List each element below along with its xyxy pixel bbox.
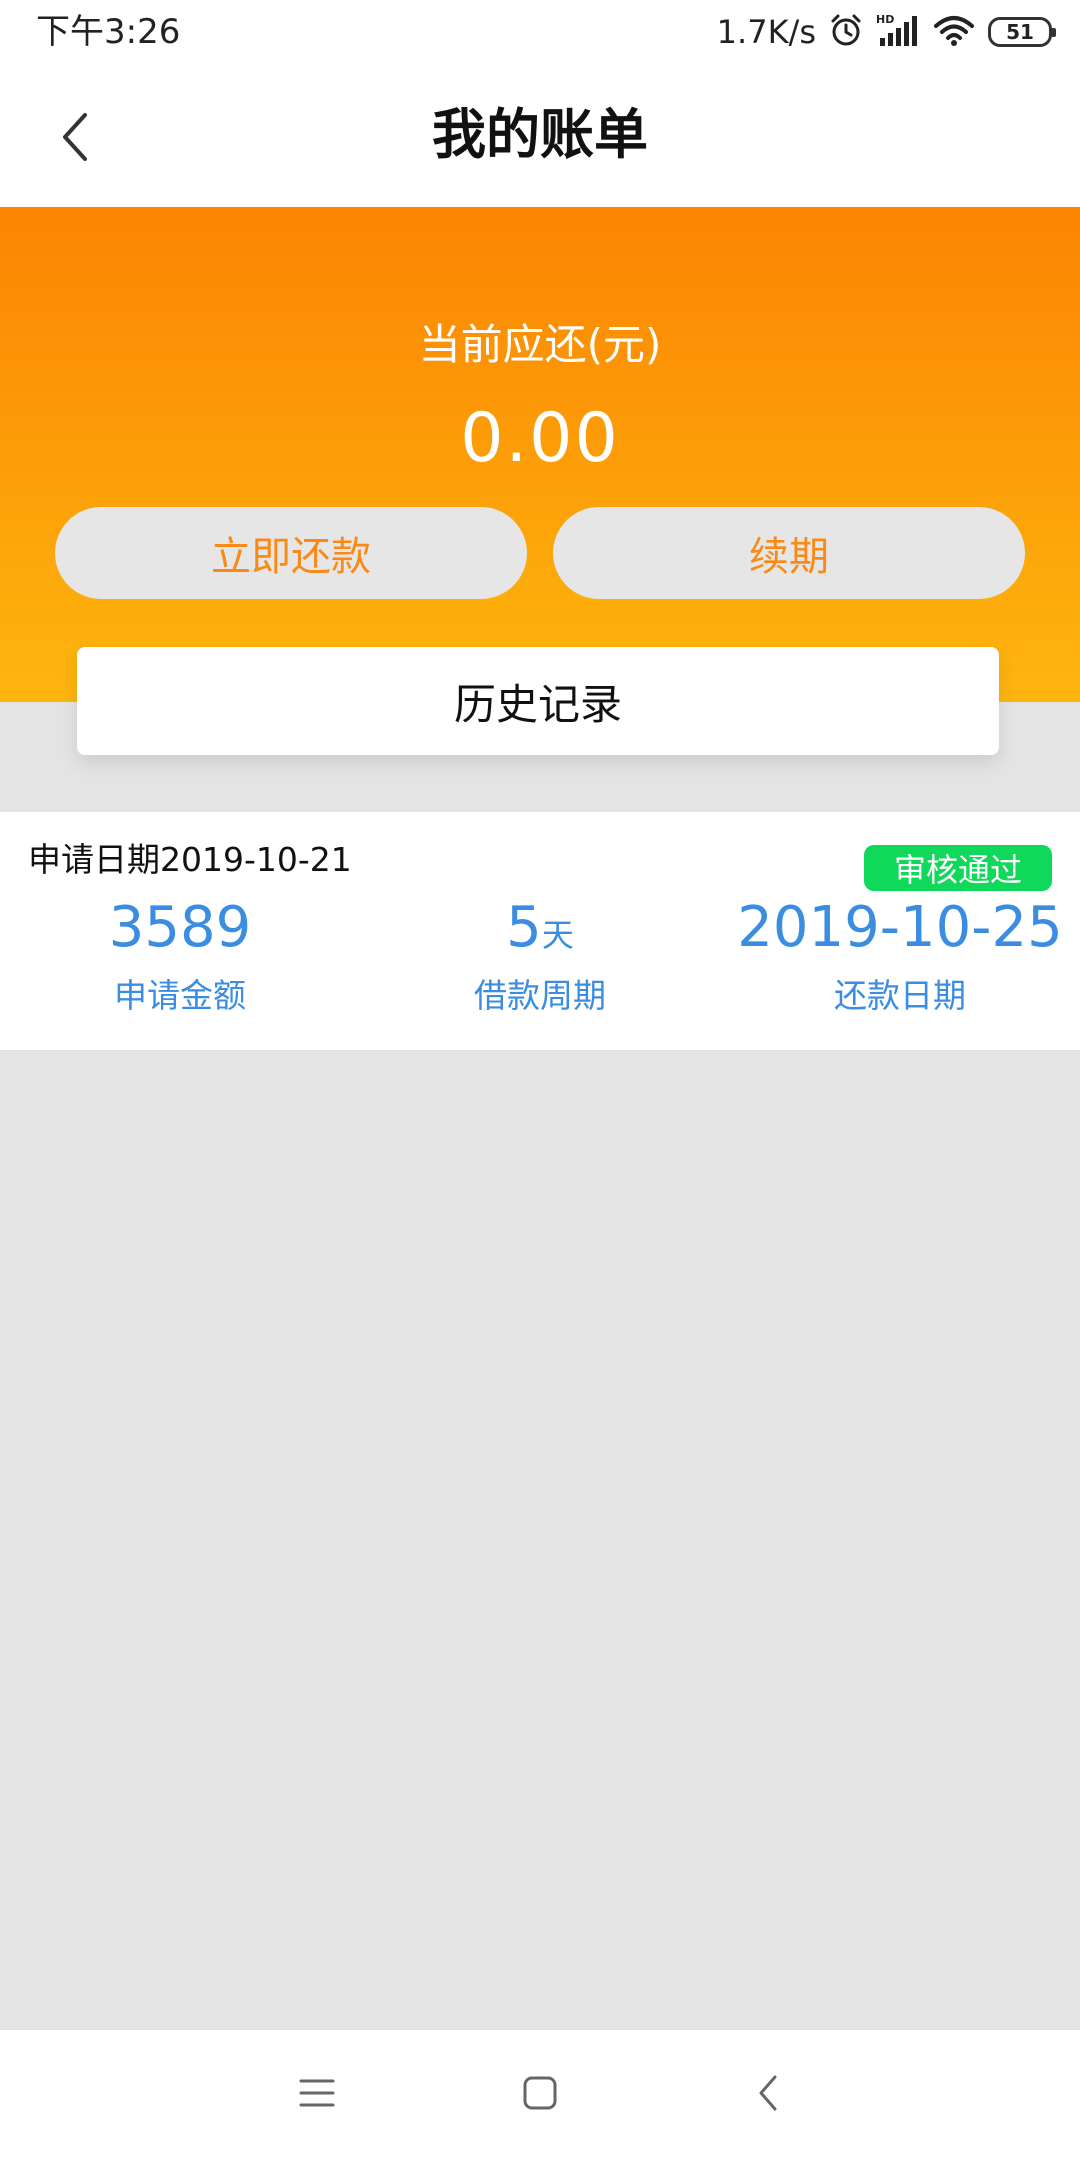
status-icons: 1.7K/s HD 51 — [716, 10, 1056, 54]
apply-amount-label: 申请金额 — [114, 976, 246, 1015]
header-bar: 我的账单 — [0, 64, 1080, 207]
system-back-button[interactable] — [728, 2060, 808, 2130]
repay-now-button[interactable]: 立即还款 — [55, 507, 527, 599]
network-speed: 1.7K/s — [716, 13, 816, 51]
page-title: 我的账单 — [432, 103, 648, 166]
alarm-icon — [828, 12, 864, 52]
balance-banner: 当前应还(元) 0.00 立即还款 续期 — [0, 207, 1080, 702]
battery-icon: 51 — [988, 17, 1056, 47]
history-records-button[interactable]: 历史记录 — [77, 647, 999, 755]
loan-period-label: 借款周期 — [474, 976, 606, 1015]
menu-icon — [299, 2077, 335, 2113]
status-badge: 审核通过 — [864, 845, 1052, 891]
status-bar: 下午3:26 1.7K/s HD 51 — [0, 0, 1080, 64]
status-time: 下午3:26 — [36, 12, 181, 52]
apply-amount-value: 3589 — [108, 895, 252, 960]
period-column: 5天 借款周期 — [360, 892, 720, 1018]
back-triangle-icon — [753, 2073, 783, 2117]
amount-due-value: 0.00 — [460, 399, 620, 478]
wifi-icon — [932, 12, 976, 52]
amount-column: 3589 申请金额 — [0, 892, 360, 1018]
system-nav-bar — [0, 2030, 1080, 2160]
loan-period-value: 5 — [506, 895, 542, 960]
svg-text:HD: HD — [876, 13, 894, 26]
loan-period-value-wrap: 5天 — [360, 892, 720, 964]
apply-date: 申请日期2019-10-21 — [28, 840, 352, 879]
loan-period-unit: 天 — [541, 916, 574, 954]
renew-button[interactable]: 续期 — [553, 507, 1025, 599]
loan-record-card[interactable]: 申请日期2019-10-21 审核通过 3589 申请金额 5天 借款周期 20… — [0, 812, 1080, 1050]
repay-date-column: 2019-10-25 还款日期 — [720, 892, 1080, 1018]
history-records-label: 历史记录 — [453, 679, 622, 729]
home-button[interactable] — [500, 2060, 580, 2130]
menu-button[interactable] — [277, 2060, 357, 2130]
repay-date-value: 2019-10-25 — [737, 895, 1063, 960]
home-square-icon — [522, 2075, 558, 2115]
hd-signal-icon: HD — [876, 12, 920, 52]
repay-date-label: 还款日期 — [834, 976, 966, 1015]
amount-due-label: 当前应还(元) — [418, 320, 662, 369]
